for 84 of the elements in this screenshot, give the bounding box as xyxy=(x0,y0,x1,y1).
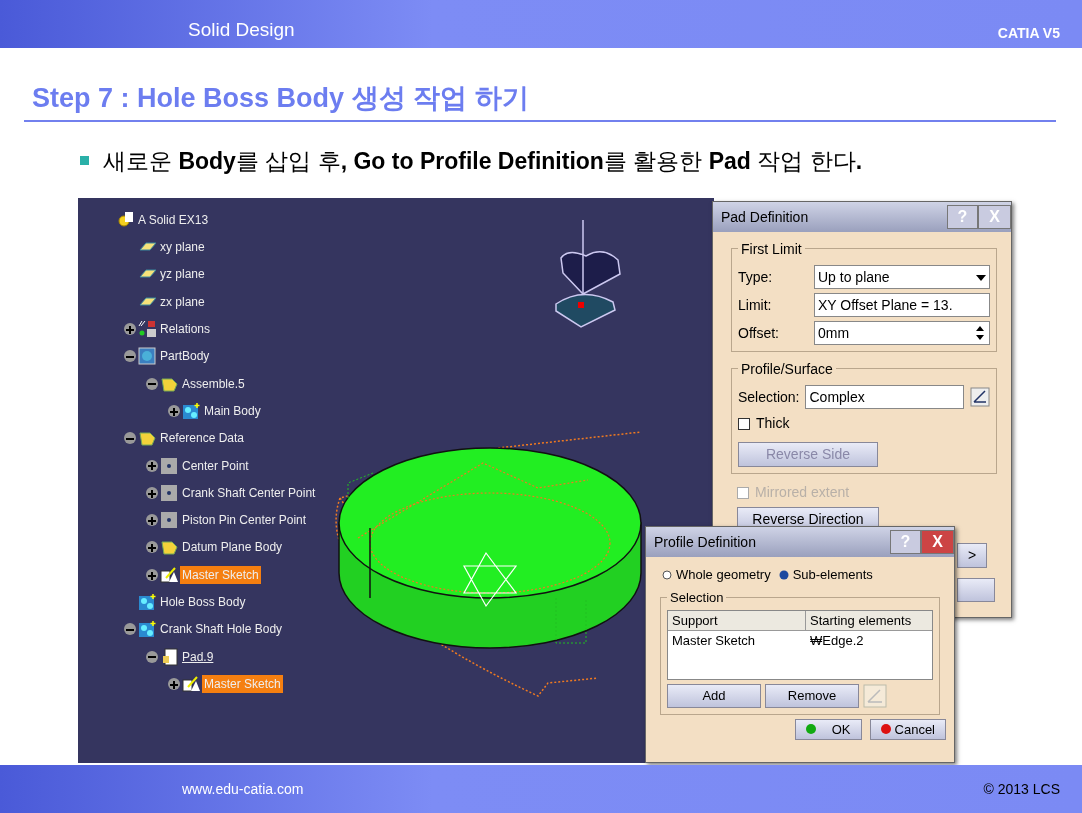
field-label: Limit: xyxy=(738,295,773,315)
ok-button[interactable]: OK xyxy=(794,718,862,741)
tree-item[interactable]: Relations xyxy=(158,320,213,338)
dot-icon xyxy=(805,724,816,735)
field-label: Selection: xyxy=(738,387,800,407)
expand-icon[interactable] xyxy=(146,541,158,554)
tree-item[interactable]: PartBody xyxy=(158,347,212,366)
tree-item[interactable]: Main Body xyxy=(202,401,263,420)
bullet-icon xyxy=(80,156,89,166)
table-cell-text: ₩Edge.2 xyxy=(809,632,865,651)
expand-icon[interactable] xyxy=(146,514,158,527)
checkbox[interactable] xyxy=(738,417,750,430)
table-cell-text: Master Sketch xyxy=(671,632,757,651)
relations-icon xyxy=(138,320,156,338)
copyright-text: © 2013 LCS xyxy=(983,779,1060,799)
tree-item[interactable]: yz plane xyxy=(158,265,207,284)
folder-icon xyxy=(138,429,156,448)
limit-field[interactable]: XY Offset Plane = 13. xyxy=(814,293,990,318)
body-icon xyxy=(138,347,156,366)
tree-item[interactable]: Hole Boss Body xyxy=(158,593,248,611)
tree-item[interactable]: Crank Shaft Hole Body xyxy=(158,620,285,639)
column-header: Starting elements xyxy=(809,611,913,630)
offset-spinner[interactable]: 0mm xyxy=(814,321,990,346)
expand-icon[interactable] xyxy=(124,323,136,335)
body-icon xyxy=(182,401,200,420)
collapse-icon[interactable] xyxy=(146,650,158,663)
selection-field[interactable]: Complex xyxy=(805,385,964,410)
pad-icon xyxy=(160,647,178,666)
sketch-icon xyxy=(160,565,178,584)
tree-item[interactable]: Crank Shaft Center Point xyxy=(180,483,318,502)
more-button[interactable]: > xyxy=(957,543,988,569)
tree-item[interactable]: Piston Pin Center Point xyxy=(180,511,309,530)
point-icon xyxy=(160,511,178,530)
collapse-icon[interactable] xyxy=(124,432,136,445)
edit-icon xyxy=(863,683,887,708)
checkbox-label: Thick xyxy=(756,414,790,434)
part-icon xyxy=(116,210,134,229)
dot-icon xyxy=(880,724,891,735)
collapse-icon[interactable] xyxy=(146,377,158,390)
expand-icon[interactable] xyxy=(146,486,158,499)
expand-icon[interactable] xyxy=(168,404,180,417)
type-dropdown[interactable]: Up to plane xyxy=(814,265,990,290)
collapse-icon[interactable] xyxy=(124,623,136,636)
section-title: Solid Design xyxy=(188,17,295,42)
radio-icon xyxy=(662,569,672,580)
slide-title: Step 7 : Hole Boss Body 생성 작업 하기 xyxy=(32,84,530,114)
dropdown-value: Up to plane xyxy=(818,268,890,288)
tree-item[interactable]: Assemble.5 xyxy=(180,374,247,393)
cancel-button[interactable]: Cancel xyxy=(869,718,946,741)
caret-icon xyxy=(976,274,986,283)
radio-option[interactable]: Sub-elements xyxy=(778,565,873,585)
field-label: Offset: xyxy=(738,323,780,343)
tree-item[interactable]: Pad.9 xyxy=(180,647,216,666)
checkbox-label: Mirrored extent xyxy=(755,483,850,503)
close-button[interactable]: X xyxy=(921,530,954,555)
expand-icon[interactable] xyxy=(146,568,158,581)
partial-button[interactable] xyxy=(957,578,995,603)
tree-item[interactable]: zx plane xyxy=(158,292,207,311)
tree-item[interactable]: A Solid EX13 xyxy=(136,210,211,229)
action-button[interactable]: Add xyxy=(667,683,761,708)
tree-item[interactable]: xy plane xyxy=(158,238,207,257)
body-icon xyxy=(138,593,156,611)
tree-item[interactable]: Datum Plane Body xyxy=(180,538,285,557)
body-icon xyxy=(138,620,156,639)
product-name: CATIA V5 xyxy=(997,24,1060,43)
action-button[interactable]: Remove xyxy=(765,683,859,708)
sketch-icon xyxy=(182,674,200,693)
tree-item[interactable]: Center Point xyxy=(180,456,251,475)
tree-item[interactable]: Reference Data xyxy=(158,429,247,448)
column-header: Support xyxy=(668,610,806,631)
expand-icon[interactable] xyxy=(168,677,180,690)
field-label: Type: xyxy=(738,267,774,287)
instruction-text: 새로운 Body를 삽입 후, Go to Profile Definition를 활용한 Pad 작업 한다. xyxy=(103,146,863,176)
radio-option[interactable]: Whole geometry xyxy=(662,565,771,585)
expand-icon[interactable] xyxy=(146,459,158,472)
point-icon xyxy=(160,456,178,475)
radio-selected-icon xyxy=(778,569,789,580)
dialog-title: Profile Definition xyxy=(654,532,756,552)
field-value: 0mm xyxy=(818,324,850,344)
collapse-icon[interactable] xyxy=(124,350,136,363)
point-icon xyxy=(160,483,178,502)
dialog-title: Pad Definition xyxy=(721,207,809,227)
folder-icon xyxy=(160,538,178,557)
edit-icon[interactable] xyxy=(970,387,990,408)
